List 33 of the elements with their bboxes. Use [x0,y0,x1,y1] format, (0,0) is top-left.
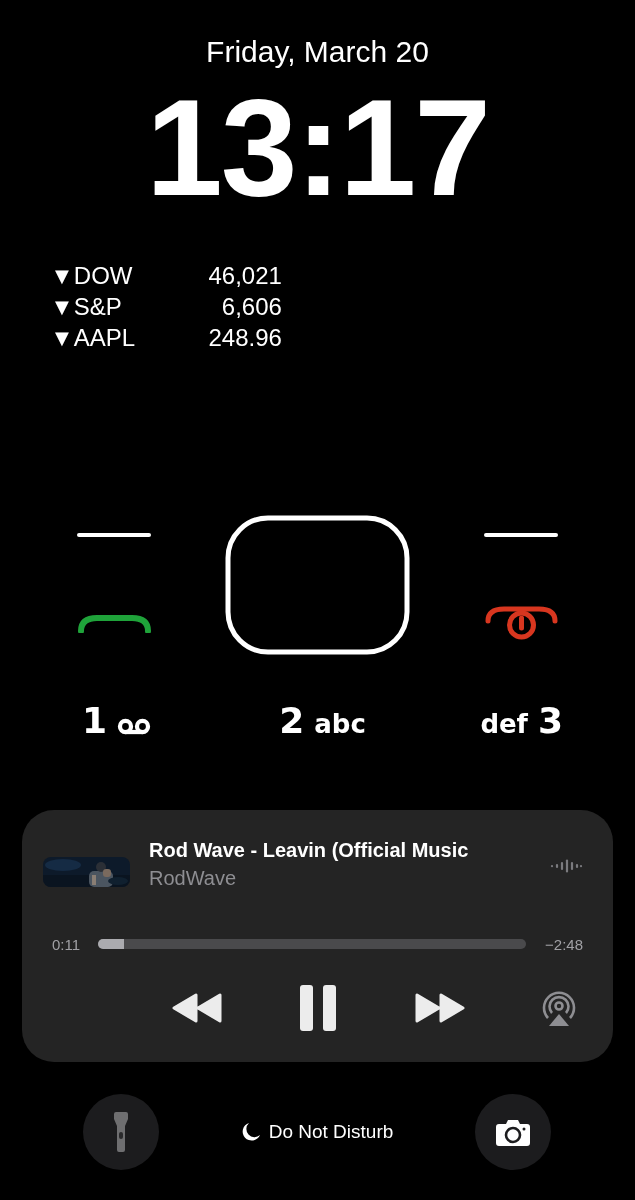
remaining-time: −2:48 [545,935,583,953]
track-artist: RodWave [149,866,237,890]
stock-symbol: AAPL [73,323,137,352]
key-letters[interactable]: def [480,702,528,746]
moon-icon [240,1122,261,1142]
stock-symbol: DOW [73,261,134,290]
elapsed-time: 0:11 [52,935,81,953]
trend-arrow: ▼ [55,265,69,286]
call-key-icon[interactable] [77,613,152,633]
track-title: Rod Wave - Leavin (Official Music [149,838,469,862]
stock-value: 248.96 [207,323,282,352]
key-letters[interactable]: abc [314,702,366,746]
key-digit[interactable]: 2 [279,699,305,743]
navigation-key[interactable] [225,515,410,655]
voicemail-icon[interactable] [117,717,152,735]
fast-forward-icon[interactable] [415,993,465,1023]
rewind-icon[interactable] [172,993,222,1023]
lock-date: Friday, March 20 [206,34,429,70]
progress-track[interactable] [98,939,527,949]
stock-value: 46,021 [207,261,282,290]
camera-icon [496,1118,530,1146]
focus-label[interactable]: Do Not Disturb [268,1121,394,1143]
flashlight-icon [114,1112,128,1152]
pause-icon[interactable] [300,985,336,1031]
key-digit[interactable]: 3 [537,699,563,743]
waveform-icon [550,859,583,873]
key-digit[interactable]: 1 [82,699,108,743]
trend-arrow: ▼ [55,327,69,348]
stock-symbol: S&P [73,292,123,321]
trend-arrow: ▼ [55,296,69,317]
lock-time: 13:17 [146,77,489,217]
stock-value: 6,606 [220,292,282,321]
end-call-key-icon[interactable] [484,605,559,641]
